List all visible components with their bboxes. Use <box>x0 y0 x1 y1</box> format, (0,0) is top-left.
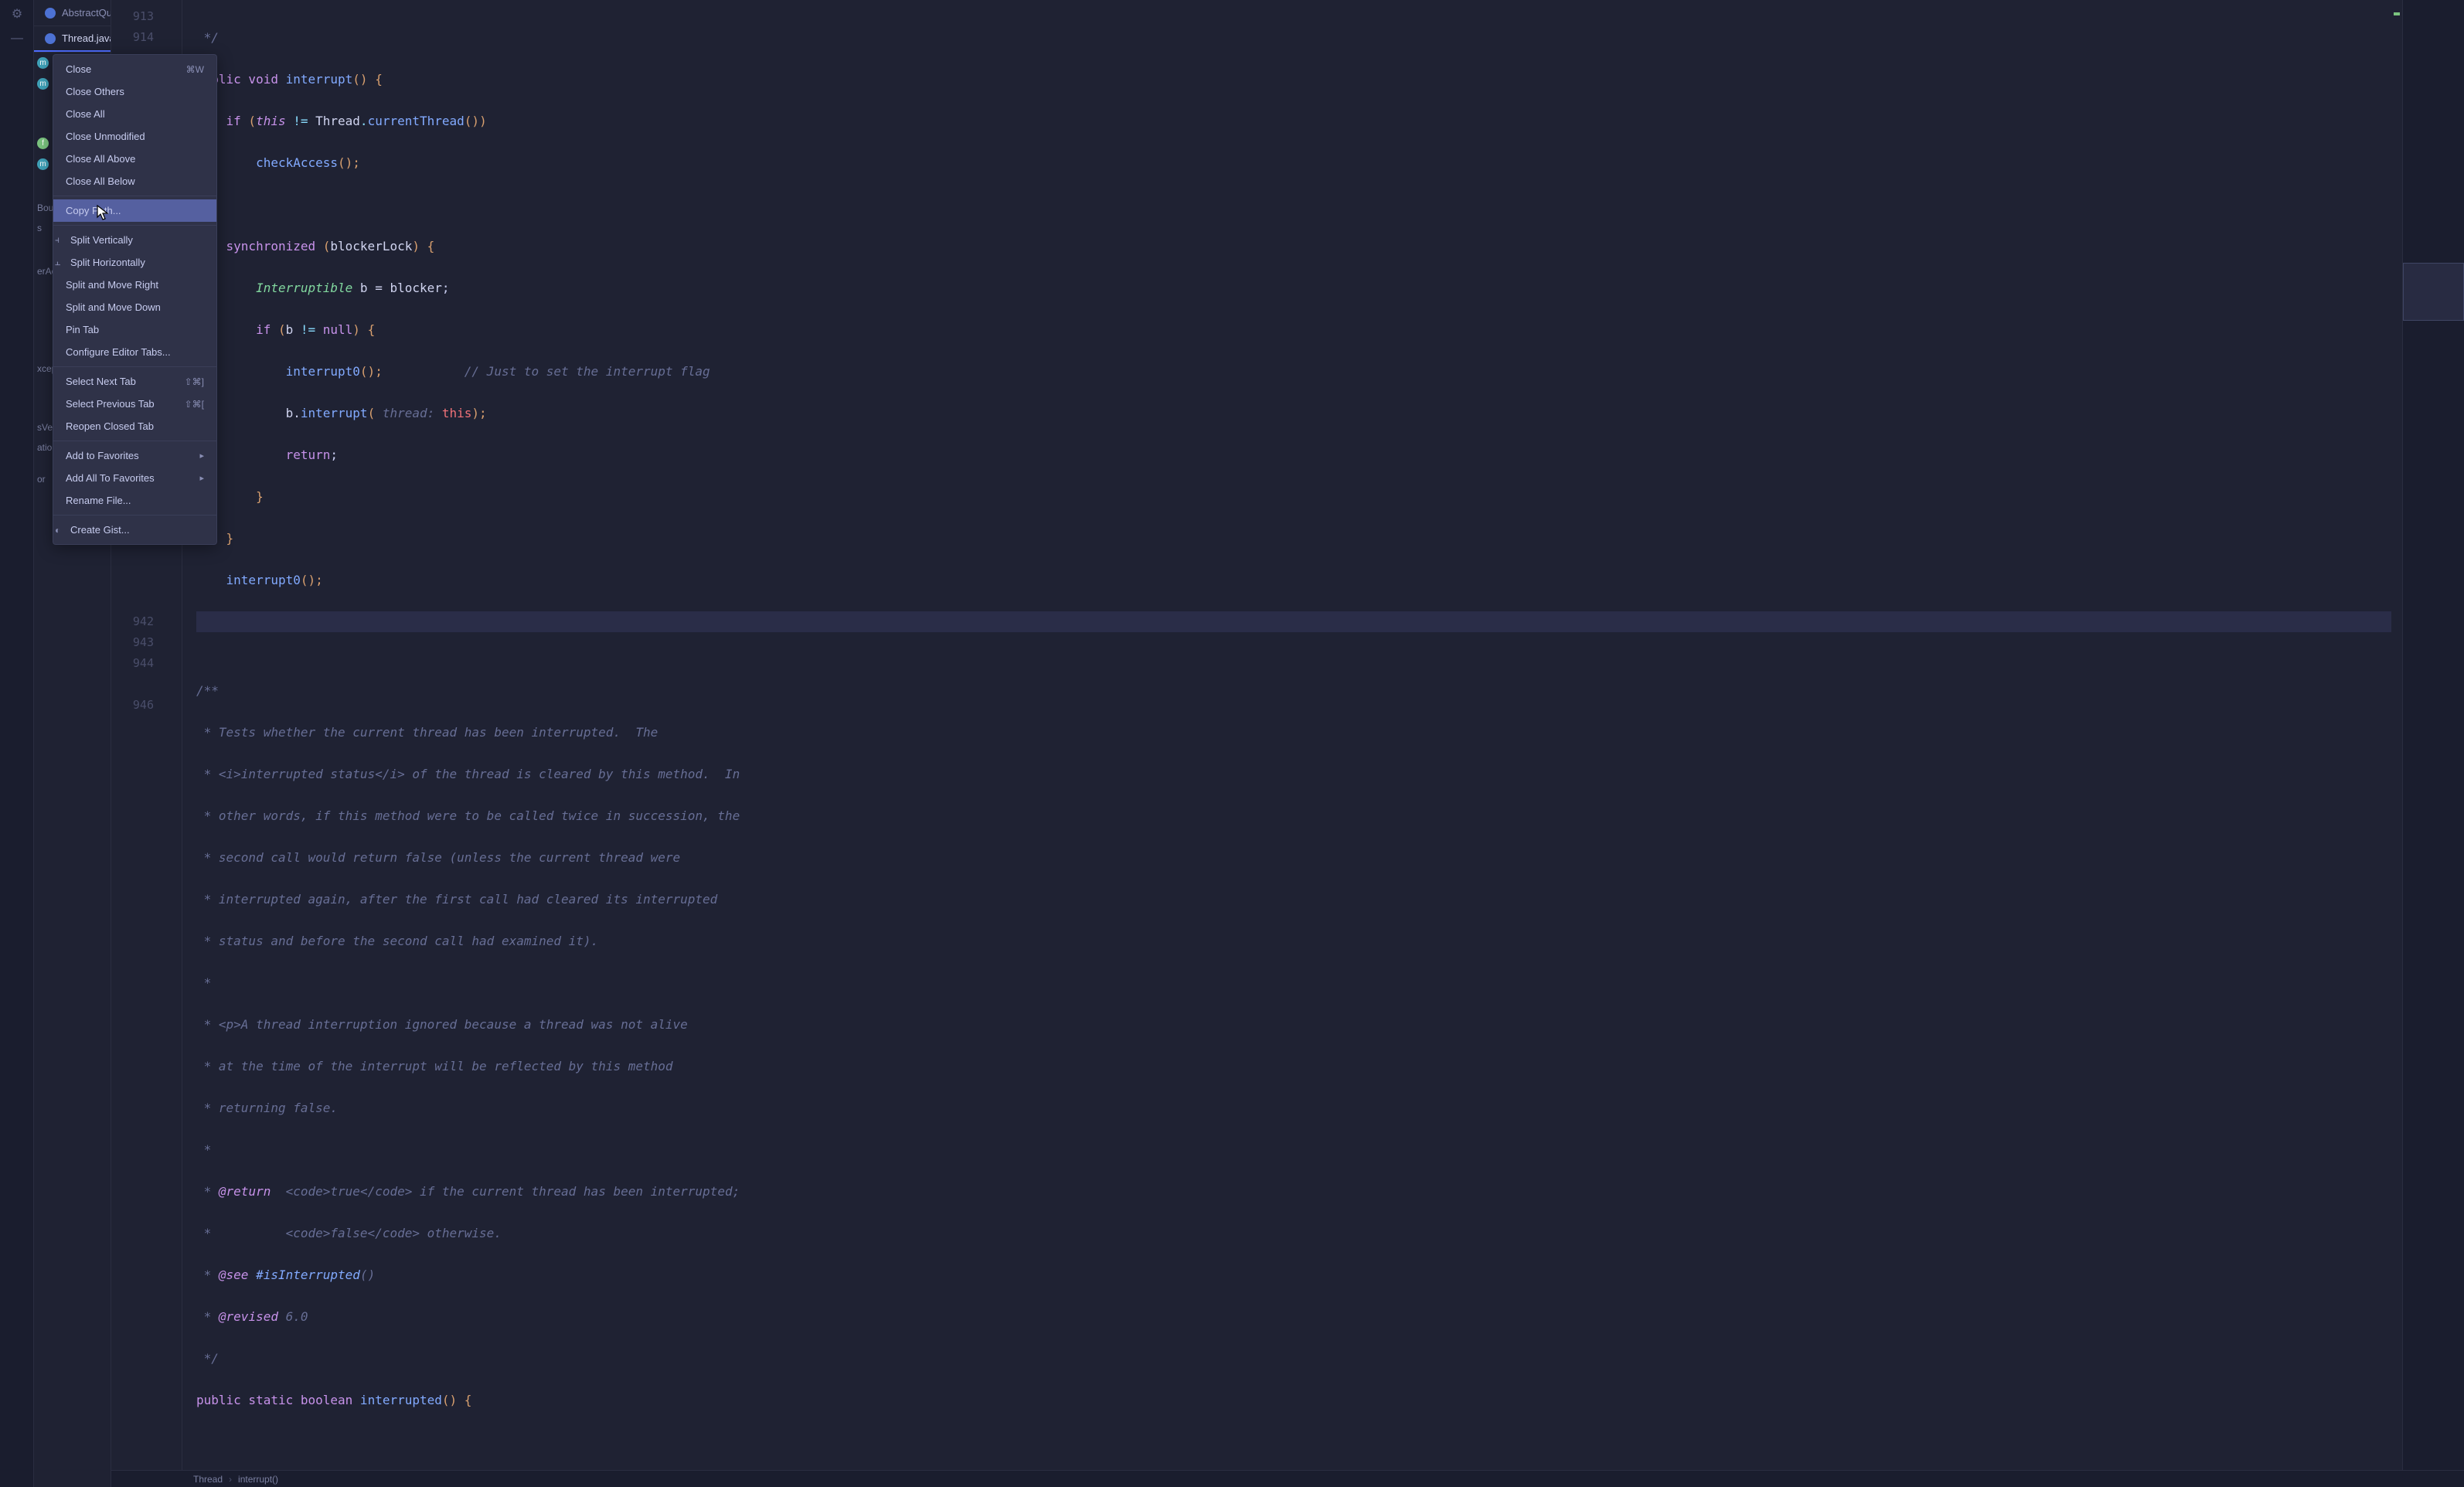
final-badge: f <box>37 138 49 149</box>
menu-close-others[interactable]: Close Others <box>53 80 216 103</box>
tabs-bar: AbstractQueue... <box>34 0 111 26</box>
gutter-line: 942 <box>111 611 175 632</box>
shortcut: ⇧⌘[ <box>185 399 204 410</box>
class-icon <box>45 33 56 44</box>
gutter-line: 913 <box>111 6 175 27</box>
gutter-line: 914 <box>111 27 175 48</box>
gutter-line: 943 <box>111 632 175 653</box>
menu-split-vertically[interactable]: ⫞Split Vertically <box>53 229 216 251</box>
menu-reopen-closed-tab[interactable]: Reopen Closed Tab <box>53 415 216 437</box>
menu-separator <box>53 515 216 516</box>
split-vertical-icon: ⫞ <box>55 234 69 246</box>
minimize-icon[interactable]: — <box>0 28 34 49</box>
method-badge: m <box>37 158 49 170</box>
menu-separator <box>53 225 216 226</box>
submenu-arrow-icon: ▸ <box>199 473 204 483</box>
marker-ok <box>2394 12 2400 15</box>
menu-copy-path[interactable]: Copy Path... <box>53 199 216 222</box>
minimap-viewport[interactable] <box>2403 263 2464 321</box>
tab-abstract-queue[interactable]: AbstractQueue... <box>34 0 111 26</box>
menu-close[interactable]: Close⌘W <box>53 58 216 80</box>
editor-container: 913 914 942 943 944 946 */ public void i… <box>111 0 2464 1470</box>
method-badge: m <box>37 57 49 69</box>
menu-rename-file[interactable]: Rename File... <box>53 489 216 512</box>
shortcut: ⇧⌘] <box>185 376 204 387</box>
code-editor[interactable]: */ public void interrupt() { if (this !=… <box>182 0 2391 1470</box>
menu-create-gist[interactable]: ◐Create Gist... <box>53 519 216 541</box>
menu-separator <box>53 366 216 367</box>
tab-context-menu: Close⌘W Close Others Close All Close Unm… <box>53 54 217 545</box>
menu-split-move-down[interactable]: Split and Move Down <box>53 296 216 318</box>
menu-select-next-tab[interactable]: Select Next Tab⇧⌘] <box>53 370 216 393</box>
breadcrumb-separator: › <box>229 1474 232 1485</box>
submenu-arrow-icon: ▸ <box>199 451 204 461</box>
split-horizontal-icon: ⫠ <box>55 257 69 268</box>
menu-close-unmodified[interactable]: Close Unmodified <box>53 125 216 148</box>
method-badge: m <box>37 78 49 90</box>
menu-select-previous-tab[interactable]: Select Previous Tab⇧⌘[ <box>53 393 216 415</box>
shortcut: ⌘W <box>186 64 204 75</box>
minimap[interactable] <box>2402 0 2464 1470</box>
gutter-line: 946 <box>111 695 175 716</box>
tab-thread[interactable]: Thread.java <box>34 26 111 52</box>
tabs-bar-2: Thread.java <box>34 26 111 53</box>
menu-pin-tab[interactable]: Pin Tab <box>53 318 216 341</box>
breadcrumb-method[interactable]: interrupt() <box>238 1474 278 1485</box>
settings-icon[interactable]: ⚙ <box>0 3 34 25</box>
menu-close-all[interactable]: Close All <box>53 103 216 125</box>
github-icon: ◐ <box>55 525 69 536</box>
menu-configure-tabs[interactable]: Configure Editor Tabs... <box>53 341 216 363</box>
menu-add-to-favorites[interactable]: Add to Favorites▸ <box>53 444 216 467</box>
left-sidebar: ⚙ — <box>0 0 34 1487</box>
menu-add-all-to-favorites[interactable]: Add All To Favorites▸ <box>53 467 216 489</box>
main-editor-area: 913 914 942 943 944 946 */ public void i… <box>111 0 2464 1487</box>
breadcrumb-class[interactable]: Thread <box>193 1474 223 1485</box>
menu-close-all-below[interactable]: Close All Below <box>53 170 216 192</box>
breadcrumb: Thread › interrupt() <box>111 1470 2464 1487</box>
menu-close-all-above[interactable]: Close All Above <box>53 148 216 170</box>
tab-label: Thread.java <box>62 32 111 44</box>
tab-label: AbstractQueue... <box>62 7 111 19</box>
class-icon <box>45 8 56 19</box>
gutter-line: 944 <box>111 653 175 674</box>
menu-split-move-right[interactable]: Split and Move Right <box>53 274 216 296</box>
menu-split-horizontally[interactable]: ⫠Split Horizontally <box>53 251 216 274</box>
marker-strip[interactable] <box>2391 0 2402 1470</box>
